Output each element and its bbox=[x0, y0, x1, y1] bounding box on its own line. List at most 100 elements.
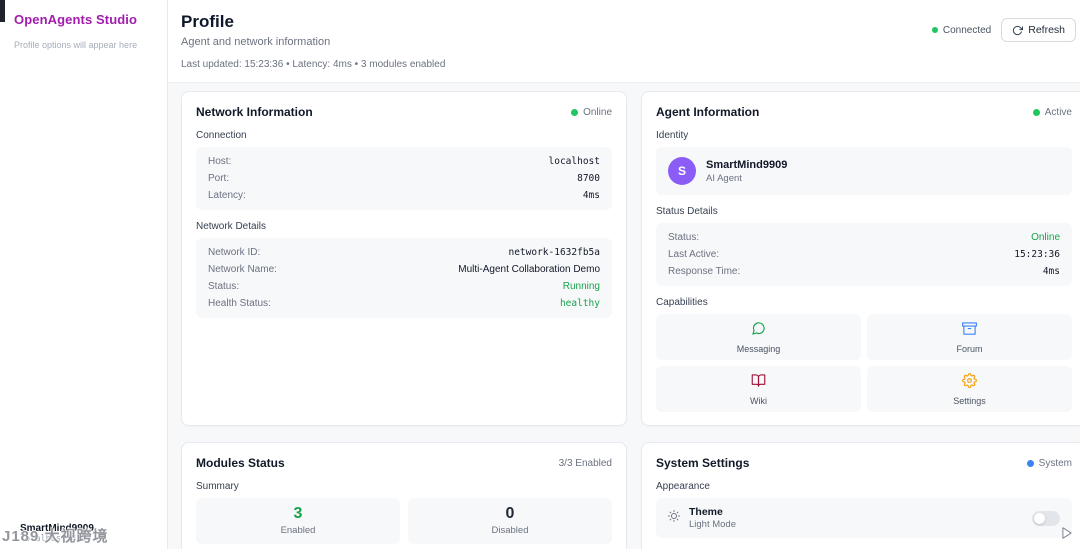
capability-label: Wiki bbox=[750, 396, 767, 406]
system-settings-card: System Settings System Appearance Theme bbox=[641, 442, 1080, 549]
info-row: Latency: 4ms bbox=[208, 187, 600, 204]
content-area: Network Information Online Connection Ho… bbox=[168, 83, 1080, 549]
enabled-label: Enabled bbox=[280, 525, 316, 536]
agent-type: AI Agent bbox=[706, 172, 742, 184]
theme-toggle[interactable] bbox=[1032, 510, 1060, 526]
capability-forum[interactable]: Forum bbox=[867, 314, 1072, 360]
connected-dot-icon bbox=[931, 27, 938, 33]
disabled-label: Disabled bbox=[491, 525, 529, 536]
info-row: Status: Online bbox=[668, 229, 1060, 246]
row-value: 8700 bbox=[577, 173, 600, 184]
capability-messaging[interactable]: Messaging bbox=[656, 314, 861, 360]
info-row: Health Status: healthy bbox=[208, 295, 600, 312]
network-card-title: Network Information bbox=[196, 105, 313, 119]
enabled-count: 3 bbox=[293, 505, 303, 522]
appearance-section-label: Appearance bbox=[656, 481, 710, 492]
modules-card-title: Modules Status bbox=[196, 456, 285, 470]
row-label: Network Name: bbox=[208, 264, 277, 275]
agent-name: SmartMind9909 bbox=[706, 158, 788, 171]
connection-section-label: Connection bbox=[196, 130, 247, 141]
row-value: network-1632fb5a bbox=[508, 247, 600, 258]
main-area: Profile Agent and network information Co… bbox=[168, 0, 1080, 549]
info-row: Port: 8700 bbox=[208, 170, 600, 187]
sidebar: OpenAgents Studio Profile options will a… bbox=[0, 0, 168, 549]
network-badge-label: Online bbox=[583, 106, 612, 118]
row-value: localhost bbox=[548, 156, 600, 167]
disabled-count: 0 bbox=[505, 505, 515, 522]
theme-mode: Light Mode bbox=[689, 519, 737, 530]
info-row: Network Name: Multi-Agent Collaboration … bbox=[208, 261, 600, 278]
row-value: Multi-Agent Collaboration Demo bbox=[458, 264, 600, 275]
page-subtitle: Agent and network information bbox=[181, 36, 331, 48]
capabilities-section-label: Capabilities bbox=[656, 297, 708, 308]
capability-label: Forum bbox=[956, 344, 983, 354]
agent-card-title: Agent Information bbox=[656, 105, 760, 119]
refresh-button[interactable]: Refresh bbox=[1001, 18, 1076, 42]
sidebar-hint: Profile options will appear here bbox=[14, 40, 138, 50]
row-value: 15:23:36 bbox=[1014, 249, 1060, 260]
summary-section-label: Summary bbox=[196, 481, 239, 492]
online-dot-icon bbox=[571, 108, 579, 116]
screen-corner-artifact bbox=[0, 0, 5, 22]
sidebar-footer: SmartMind9909 localhost:8700 bbox=[20, 523, 94, 544]
capability-settings[interactable]: Settings bbox=[867, 366, 1072, 412]
theme-title: Theme bbox=[689, 506, 723, 518]
row-label: Last Active: bbox=[668, 249, 720, 260]
info-row: Network ID: network-1632fb5a bbox=[208, 244, 600, 261]
app-title: OpenAgents Studio bbox=[14, 12, 138, 27]
app-window: OpenAgents Studio Profile options will a… bbox=[0, 0, 1080, 549]
capability-wiki[interactable]: Wiki bbox=[656, 366, 861, 412]
page-header: Profile Agent and network information Co… bbox=[168, 0, 1080, 83]
modules-count-badge: 3/3 Enabled bbox=[558, 457, 612, 469]
theme-setting-row: Theme Light Mode bbox=[656, 498, 1072, 538]
summary-grid: 3 Enabled 0 Disabled bbox=[196, 498, 612, 544]
row-label: Status: bbox=[668, 232, 700, 243]
row-value: 4ms bbox=[582, 190, 600, 201]
network-details-section-label: Network Details bbox=[196, 221, 267, 232]
agent-status-badge: Active bbox=[1032, 107, 1072, 118]
system-dot-icon bbox=[1026, 459, 1034, 467]
row-label: Port: bbox=[208, 173, 230, 184]
message-circle-icon bbox=[751, 321, 766, 341]
info-row: Response Time: 4ms bbox=[668, 263, 1060, 280]
refresh-icon bbox=[1012, 25, 1024, 36]
row-value: Running bbox=[562, 281, 600, 292]
theme-toggle-knob bbox=[1034, 512, 1045, 524]
row-label: Status: bbox=[208, 281, 240, 292]
mouse-cursor bbox=[1060, 526, 1074, 545]
network-information-card: Network Information Online Connection Ho… bbox=[181, 91, 627, 426]
enabled-summary-box: 3 Enabled bbox=[196, 498, 400, 544]
sidebar-agent-name: SmartMind9909 bbox=[20, 523, 94, 534]
row-label: Host: bbox=[208, 156, 232, 167]
identity-section-label: Identity bbox=[656, 130, 689, 141]
network-details-box: Network ID: network-1632fb5a Network Nam… bbox=[196, 238, 612, 318]
disabled-summary-box: 0 Disabled bbox=[408, 498, 612, 544]
identity-box: S SmartMind9909 AI Agent bbox=[656, 147, 1072, 195]
system-badge: System bbox=[1026, 457, 1072, 469]
row-label: Response Time: bbox=[668, 266, 741, 277]
active-dot-icon bbox=[1032, 108, 1040, 116]
capabilities-grid: Messaging Forum Wiki Settings bbox=[656, 314, 1072, 412]
gear-icon bbox=[962, 373, 977, 393]
identity-text: SmartMind9909 AI Agent bbox=[706, 159, 787, 184]
theme-info: Theme Light Mode bbox=[689, 506, 1023, 530]
info-row: Status: Running bbox=[208, 278, 600, 295]
info-row: Last Active: 15:23:36 bbox=[668, 246, 1060, 263]
network-status-badge: Online bbox=[571, 107, 612, 118]
archive-icon bbox=[962, 321, 977, 341]
capability-label: Messaging bbox=[736, 344, 781, 354]
connection-status-chip: Connected bbox=[931, 24, 992, 36]
agent-information-card: Agent Information Active Identity S Smar… bbox=[641, 91, 1080, 426]
sun-icon bbox=[668, 509, 680, 527]
row-label: Health Status: bbox=[208, 298, 271, 309]
sidebar-agent-host: localhost:8700 bbox=[20, 534, 92, 544]
system-badge-label: System bbox=[1038, 457, 1072, 469]
last-updated-meta: Last updated: 15:23:36 • Latency: 4ms • … bbox=[181, 59, 446, 70]
status-details-box: Status: Online Last Active: 15:23:36 Res… bbox=[656, 223, 1072, 286]
status-details-section-label: Status Details bbox=[656, 206, 718, 217]
capability-label: Settings bbox=[953, 396, 986, 406]
connection-info-box: Host: localhost Port: 8700 Latency: 4ms bbox=[196, 147, 612, 210]
row-value: 4ms bbox=[1042, 266, 1060, 277]
connection-status-label: Connected bbox=[942, 24, 992, 36]
row-value: Online bbox=[1031, 232, 1060, 243]
